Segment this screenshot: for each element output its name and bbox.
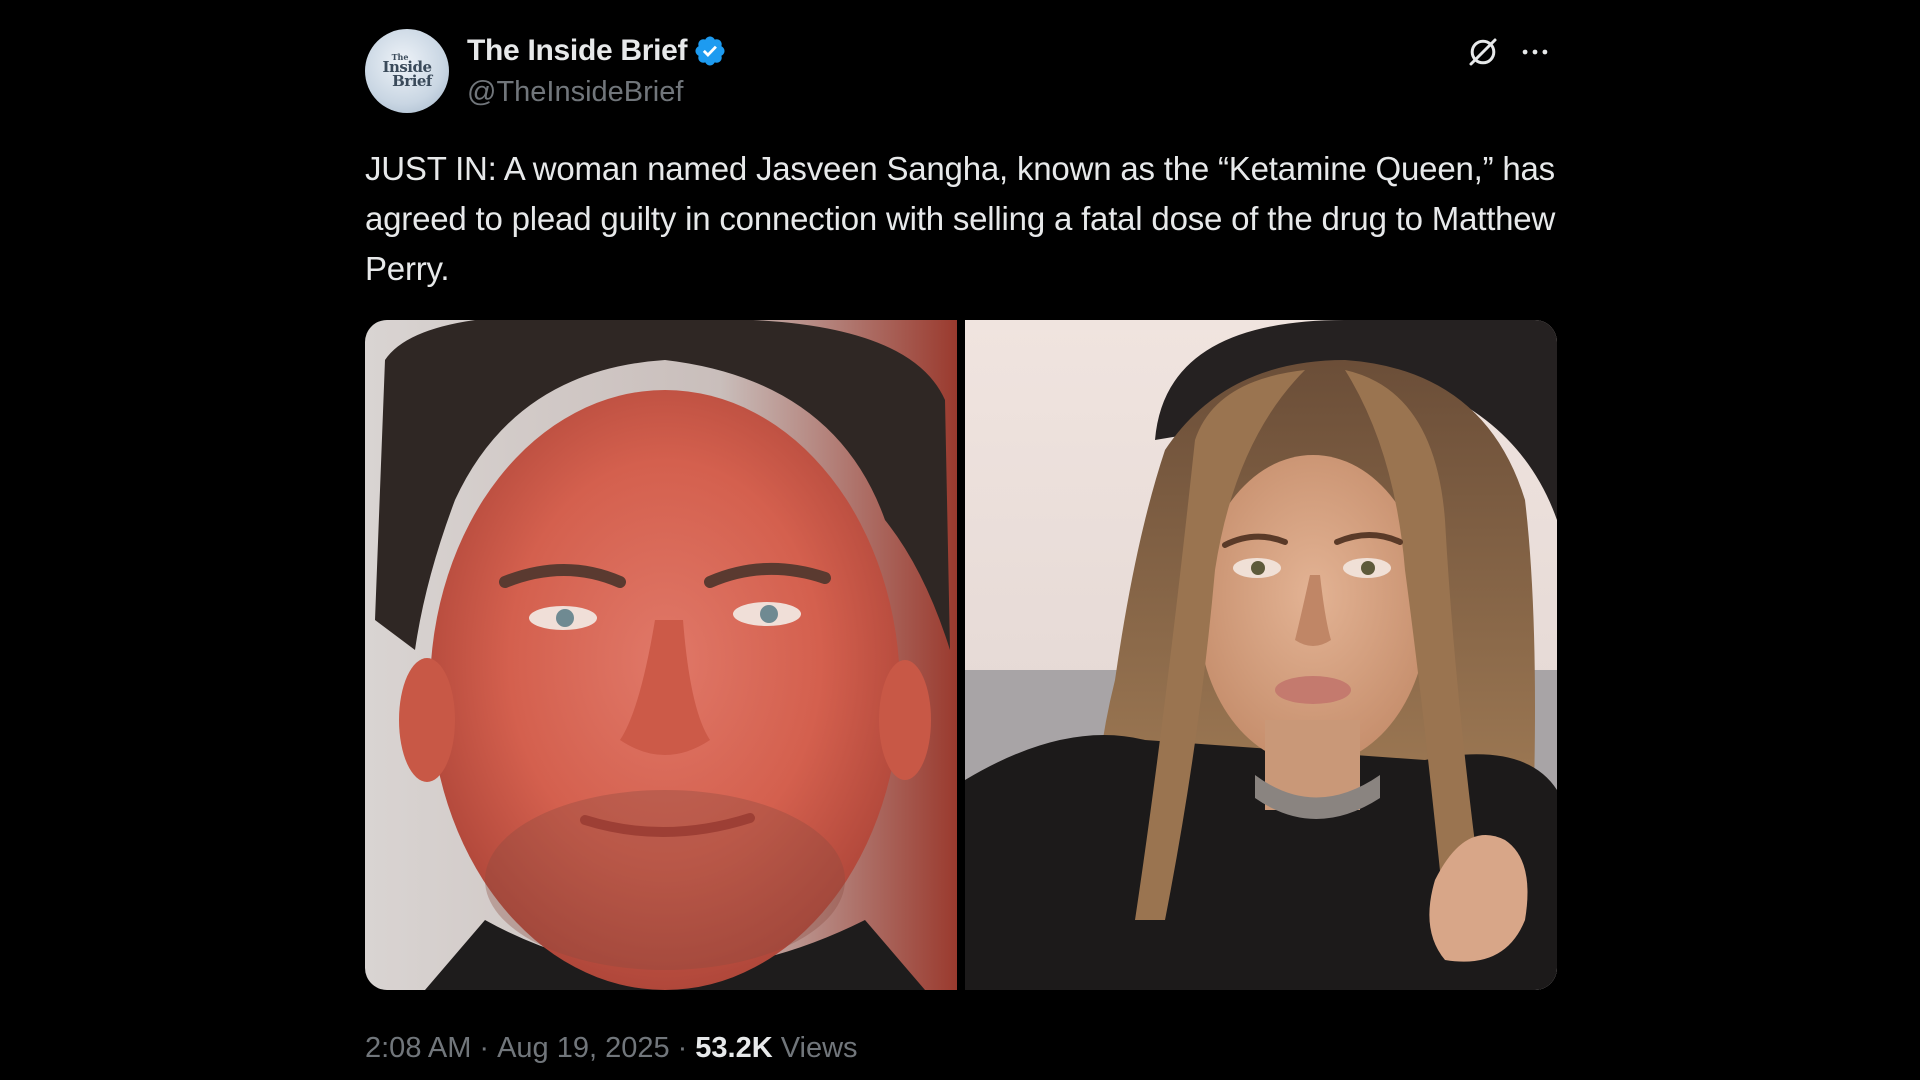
woman-portrait-image xyxy=(965,320,1557,990)
views-label: Views xyxy=(780,1032,858,1064)
tweet-card: The Inside Brief The Inside Brief @TheIn… xyxy=(365,26,1557,1066)
tweet-time[interactable]: 2:08 AM xyxy=(365,1032,471,1065)
verified-badge-icon[interactable] xyxy=(693,34,727,68)
avatar[interactable]: The Inside Brief xyxy=(365,29,449,113)
grok-button[interactable] xyxy=(1463,32,1503,72)
meta-separator: · xyxy=(479,1032,490,1064)
media-grid xyxy=(365,320,1557,990)
man-portrait-image xyxy=(365,320,957,990)
tweet-header: The Inside Brief The Inside Brief @TheIn… xyxy=(365,26,1557,116)
avatar-logo: The Inside Brief xyxy=(365,29,449,113)
tweet-text: JUST IN: A woman named Jasveen Sangha, k… xyxy=(365,150,1556,287)
tweet-meta: 2:08 AM · Aug 19, 2025 · 53.2K Views xyxy=(365,1032,858,1065)
handle[interactable]: @TheInsideBrief xyxy=(467,76,683,109)
more-button[interactable] xyxy=(1515,32,1555,72)
photo-right[interactable] xyxy=(965,320,1557,990)
tweet-date[interactable]: Aug 19, 2025 xyxy=(497,1032,670,1065)
more-icon xyxy=(1522,49,1548,55)
meta-separator: · xyxy=(677,1032,688,1064)
photo-left[interactable] xyxy=(365,320,957,990)
avatar-logo-text-3: Brief xyxy=(392,71,432,90)
grok-icon xyxy=(1469,38,1497,66)
display-name[interactable]: The Inside Brief xyxy=(467,34,688,68)
views-count[interactable]: 53.2K xyxy=(695,1032,772,1065)
name-row: The Inside Brief xyxy=(467,34,727,68)
